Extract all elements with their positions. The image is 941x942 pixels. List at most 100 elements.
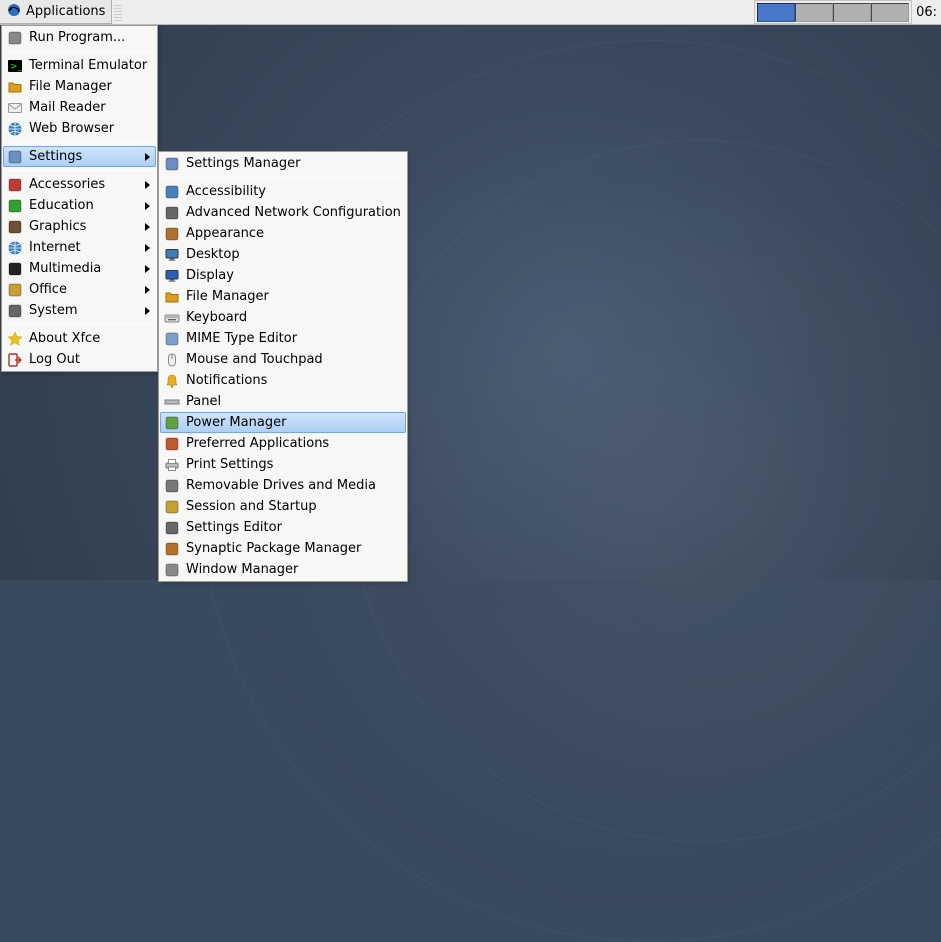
settings-menu-item-print[interactable]: Print Settings: [160, 454, 406, 475]
apps-menu-separator: [4, 324, 155, 325]
applications-menu-button[interactable]: Applications: [0, 0, 112, 24]
settings-menu-item-notif[interactable]: Notifications: [160, 370, 406, 391]
apps-menu-item-accessories[interactable]: Accessories: [3, 174, 156, 195]
workspace-3[interactable]: [833, 3, 871, 22]
mouse-icon: [164, 352, 180, 368]
apps-menu-item-label: About Xfce: [29, 331, 152, 346]
top-panel: Applications 06:: [0, 0, 941, 25]
settings-menu-item-label: Accessibility: [186, 184, 402, 199]
apps-menu-item-settings[interactable]: Settings: [3, 146, 156, 167]
apps-menu-item-office[interactable]: Office: [3, 279, 156, 300]
submenu-arrow-icon: [145, 307, 150, 315]
apps-menu-separator: [4, 170, 155, 171]
settings-menu-item-remov[interactable]: Removable Drives and Media: [160, 475, 406, 496]
settings-menu-item-label: Settings Manager: [186, 156, 402, 171]
settings-menu-item-sm[interactable]: Settings Manager: [160, 153, 406, 174]
settings-menu-item-label: Power Manager: [186, 415, 402, 430]
settings-menu-item-mime[interactable]: MIME Type Editor: [160, 328, 406, 349]
globe-icon: [7, 121, 23, 137]
settings-menu-item-label: Panel: [186, 394, 402, 409]
apps-menu-item-multimedia[interactable]: Multimedia: [3, 258, 156, 279]
synaptic-icon: [164, 541, 180, 557]
keyboard-icon: [164, 310, 180, 326]
apps-menu-item-mail[interactable]: Mail Reader: [3, 97, 156, 118]
file-manager-icon: [7, 79, 23, 95]
settings-menu-item-fm2[interactable]: File Manager: [160, 286, 406, 307]
apps-menu-item-label: Terminal Emulator: [29, 58, 152, 73]
apps-menu-item-web[interactable]: Web Browser: [3, 118, 156, 139]
appearance-icon: [164, 226, 180, 242]
workspace-2[interactable]: [795, 3, 833, 22]
submenu-arrow-icon: [145, 286, 150, 294]
settings-menu-item-sess[interactable]: Session and Startup: [160, 496, 406, 517]
settings-menu-item-net[interactable]: Advanced Network Configuration: [160, 202, 406, 223]
settings-menu-item-label: Keyboard: [186, 310, 402, 325]
panel-icon: [164, 394, 180, 410]
settings-manager-icon: [164, 156, 180, 172]
settings-menu-item-pref[interactable]: Preferred Applications: [160, 433, 406, 454]
bell-icon: [164, 373, 180, 389]
system-icon: [7, 303, 23, 319]
settings-menu-item-panel[interactable]: Panel: [160, 391, 406, 412]
settings-editor-icon: [164, 520, 180, 536]
settings-submenu: Settings Manager Accessibility Advanced Ne…: [158, 151, 408, 582]
settings-menu-item-label: Print Settings: [186, 457, 402, 472]
apps-menu-item-education[interactable]: Education: [3, 195, 156, 216]
settings-menu-item-kbd[interactable]: Keyboard: [160, 307, 406, 328]
workspace-4[interactable]: [871, 3, 909, 22]
panel-handle[interactable]: [114, 3, 122, 21]
apps-menu-item-label: Multimedia: [29, 261, 139, 276]
apps-menu-item-terminal[interactable]: >_ Terminal Emulator: [3, 55, 156, 76]
window-manager-icon: [164, 562, 180, 578]
submenu-arrow-icon: [145, 202, 150, 210]
apps-menu-item-logout[interactable]: Log Out: [3, 349, 156, 370]
apps-menu-separator: [4, 142, 155, 143]
desktop-icon: [164, 247, 180, 263]
submenu-arrow-icon: [145, 244, 150, 252]
internet-icon: [7, 240, 23, 256]
settings-menu-item-power[interactable]: Power Manager: [160, 412, 406, 433]
apps-menu-item-files[interactable]: File Manager: [3, 76, 156, 97]
settings-menu-item-desk[interactable]: Desktop: [160, 244, 406, 265]
clock[interactable]: 06:: [912, 0, 941, 24]
display-icon: [164, 268, 180, 284]
apps-menu-item-internet[interactable]: Internet: [3, 237, 156, 258]
apps-menu-item-label: Mail Reader: [29, 100, 152, 115]
apps-menu-item-label: Office: [29, 282, 139, 297]
settings-menu-item-sedit[interactable]: Settings Editor: [160, 517, 406, 538]
apps-menu-item-about[interactable]: About Xfce: [3, 328, 156, 349]
apps-menu-item-label: Internet: [29, 240, 139, 255]
settings-menu-item-appr[interactable]: Appearance: [160, 223, 406, 244]
apps-menu-item-label: Log Out: [29, 352, 152, 367]
settings-menu-item-label: Synaptic Package Manager: [186, 541, 402, 556]
svg-text:>_: >_: [10, 62, 23, 72]
settings-menu-item-label: Appearance: [186, 226, 402, 241]
workspace-switcher[interactable]: [754, 0, 912, 24]
settings-menu-item-label: Window Manager: [186, 562, 402, 577]
settings-menu-item-a11y[interactable]: Accessibility: [160, 181, 406, 202]
settings-menu-item-mouse[interactable]: Mouse and Touchpad: [160, 349, 406, 370]
network-icon: [164, 205, 180, 221]
apps-menu-item-label: Settings: [29, 149, 139, 164]
power-icon: [164, 415, 180, 431]
removable-icon: [164, 478, 180, 494]
apps-menu-item-label: Graphics: [29, 219, 139, 234]
apps-menu-item-graphics[interactable]: Graphics: [3, 216, 156, 237]
apps-menu-separator: [4, 51, 155, 52]
settings-menu-item-disp[interactable]: Display: [160, 265, 406, 286]
workspace-1[interactable]: [757, 3, 795, 22]
settings-menu-item-label: File Manager: [186, 289, 402, 304]
settings-menu-item-label: Preferred Applications: [186, 436, 402, 451]
accessories-icon: [7, 177, 23, 193]
apps-menu-item-label: Run Program...: [29, 30, 152, 45]
apps-menu-item-run[interactable]: Run Program...: [3, 27, 156, 48]
submenu-arrow-icon: [145, 223, 150, 231]
apps-menu-item-label: Accessories: [29, 177, 139, 192]
graphics-icon: [7, 219, 23, 235]
settings-menu-item-synap[interactable]: Synaptic Package Manager: [160, 538, 406, 559]
submenu-arrow-icon: [145, 181, 150, 189]
apps-menu-item-label: Education: [29, 198, 139, 213]
apps-menu-item-system[interactable]: System: [3, 300, 156, 321]
settings-menu-item-label: Settings Editor: [186, 520, 402, 535]
settings-menu-item-wm[interactable]: Window Manager: [160, 559, 406, 580]
